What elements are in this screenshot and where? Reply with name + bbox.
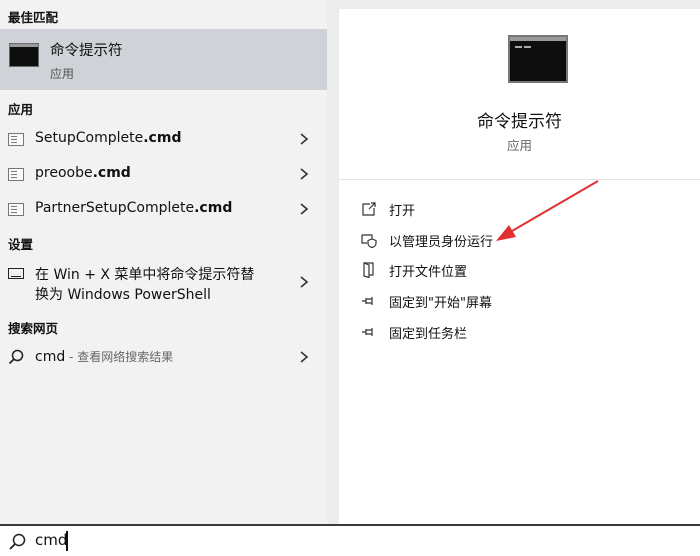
folder-icon (363, 262, 374, 278)
search-icon (8, 349, 24, 365)
chevron-right-icon[interactable] (299, 351, 309, 363)
app-result-label: SetupComplete.cmd (35, 130, 182, 146)
file-icon (8, 203, 24, 216)
text-caret (66, 531, 68, 551)
section-settings: 设置 (8, 237, 34, 252)
best-match-item[interactable]: 命令提示符 应用 (0, 29, 327, 90)
search-input[interactable]: cmd (35, 531, 67, 549)
app-result-label: PartnerSetupComplete.cmd (35, 200, 233, 216)
action-pin-to-start-label: 固定到"开始"屏幕 (389, 296, 492, 311)
search-icon (9, 533, 26, 550)
action-pin-to-start[interactable]: 固定到"开始"屏幕 (339, 287, 700, 315)
action-open-file-location-label: 打开文件位置 (389, 265, 468, 280)
pin-icon (362, 297, 373, 305)
chevron-right-icon[interactable] (299, 168, 309, 180)
action-run-as-admin-label: 以管理员身份运行 (389, 235, 494, 250)
section-apps: 应用 (8, 102, 34, 117)
file-icon (8, 168, 24, 181)
action-pin-to-taskbar-label: 固定到任务栏 (389, 327, 468, 342)
action-run-as-admin[interactable]: 以管理员身份运行 (339, 226, 700, 254)
detail-title: 命令提示符 (477, 112, 562, 132)
web-search-label: cmd - 查看网络搜索结果 (35, 349, 174, 365)
action-open-label: 打开 (389, 204, 416, 219)
results-pane: 最佳匹配 命令提示符 应用 应用 SetupComplete.cmd preoo… (0, 0, 327, 524)
settings-result-line2: 换为 Windows PowerShell (35, 287, 211, 303)
detail-pane: 命令提示符 应用 打开 以管理员身份运行 打开文件位置 固定到"开始"屏幕 固定… (339, 9, 700, 524)
action-open[interactable]: 打开 (339, 195, 700, 223)
app-result-setupcomplete[interactable]: SetupComplete.cmd (0, 122, 327, 156)
settings-result-powershell[interactable]: 在 Win + X 菜单中将命令提示符替 换为 Windows PowerShe… (0, 262, 327, 304)
shield-icon (361, 234, 377, 248)
best-match-title: 命令提示符 (50, 43, 123, 59)
open-icon (362, 202, 376, 216)
detail-subtitle: 应用 (506, 138, 532, 153)
divider (339, 179, 700, 180)
section-web: 搜索网页 (8, 321, 59, 336)
app-result-preoobe[interactable]: preoobe.cmd (0, 157, 327, 191)
monitor-icon (8, 268, 24, 279)
section-best-match: 最佳匹配 (8, 10, 59, 25)
chevron-right-icon[interactable] (299, 203, 309, 215)
pin-icon (362, 328, 373, 336)
cmd-app-icon (9, 43, 39, 67)
file-icon (8, 133, 24, 146)
app-result-partnersetupcomplete[interactable]: PartnerSetupComplete.cmd (0, 192, 327, 226)
chevron-right-icon[interactable] (299, 276, 309, 288)
web-search-result[interactable]: cmd - 查看网络搜索结果 (0, 345, 327, 371)
chevron-right-icon[interactable] (299, 133, 309, 145)
best-match-subtitle: 应用 (50, 67, 75, 81)
action-open-file-location[interactable]: 打开文件位置 (339, 256, 700, 284)
app-result-label: preoobe.cmd (35, 165, 131, 181)
action-pin-to-taskbar[interactable]: 固定到任务栏 (339, 318, 700, 346)
cmd-app-icon-large (508, 35, 568, 83)
settings-result-line1: 在 Win + X 菜单中将命令提示符替 (35, 267, 255, 283)
search-box[interactable]: cmd (0, 524, 700, 556)
